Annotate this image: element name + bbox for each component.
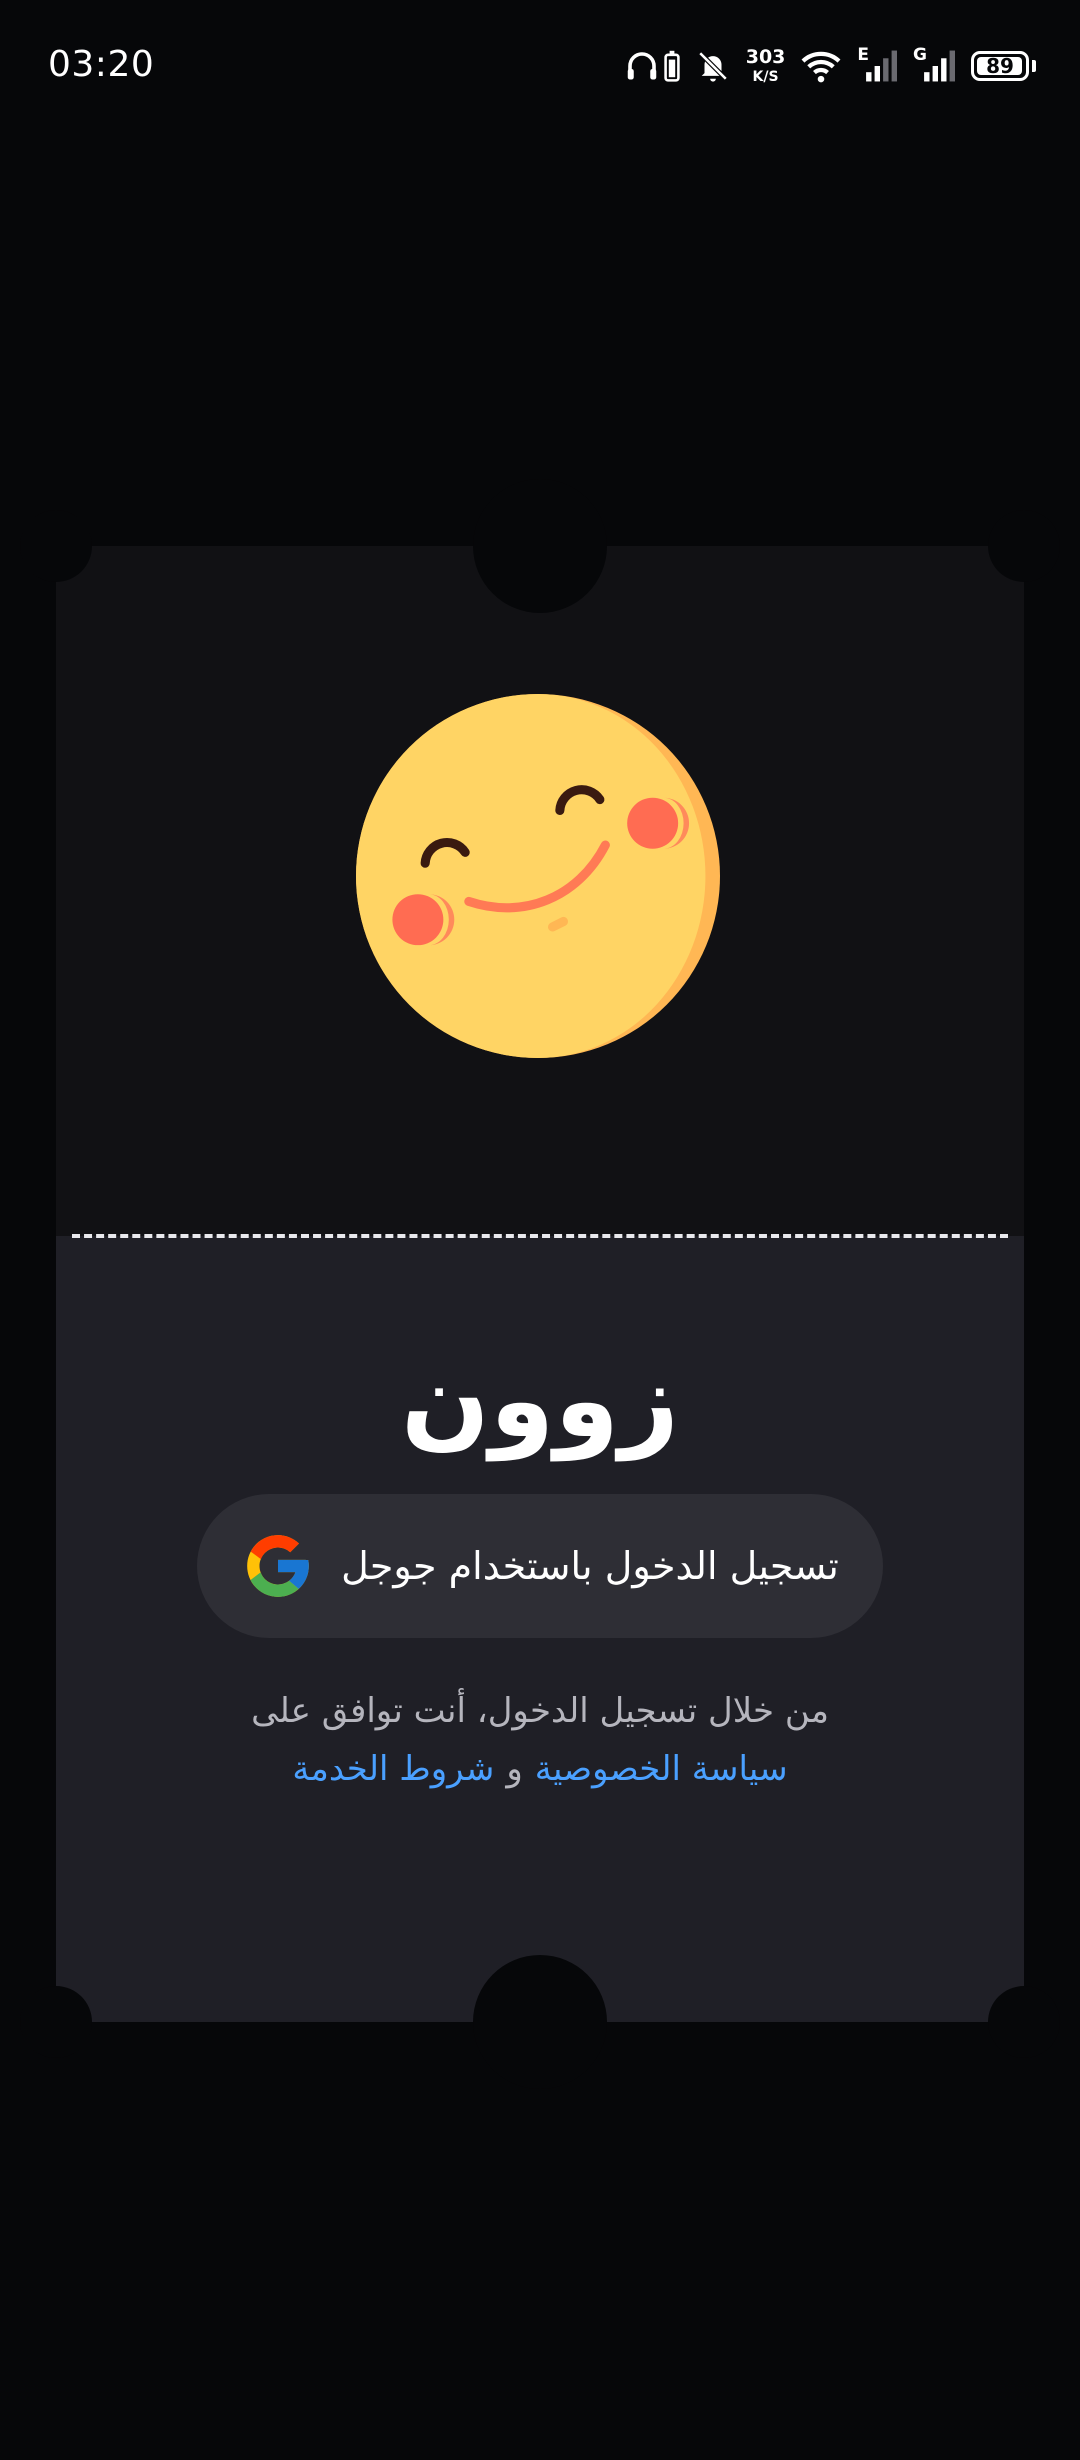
- ticket-notch-bottom: [473, 1955, 607, 2089]
- status-icons: 303 K/S E G 89: [624, 42, 1036, 90]
- ticket-corner-cut: [20, 510, 92, 582]
- google-logo-icon: [241, 1529, 315, 1603]
- mute-bell-icon: [696, 49, 730, 83]
- terms-of-service-link[interactable]: شروط الخدمة: [292, 1749, 494, 1789]
- ticket-perforation-divider: [72, 1234, 1008, 1238]
- terms-links: سياسة الخصوصية و شروط الخدمة: [56, 1740, 1024, 1798]
- ticket-corner-cut: [988, 1986, 1060, 2058]
- ticket-corner-cut: [20, 1986, 92, 2058]
- battery-icon: 89: [971, 51, 1029, 81]
- mobile-signal-2: G: [913, 45, 955, 82]
- privacy-policy-link[interactable]: سياسة الخصوصية: [535, 1749, 788, 1789]
- signal-type-label: G: [913, 45, 927, 65]
- battery-percent: 89: [986, 54, 1014, 78]
- headphones-icon: [624, 48, 660, 84]
- signal-type-label: E: [857, 45, 870, 65]
- ticket-notch-top: [473, 479, 607, 613]
- smiling-face-icon: [356, 694, 720, 1058]
- mobile-signal-1: E: [857, 45, 898, 82]
- terms-notice: من خلال تسجيل الدخول، أنت توافق على سياس…: [56, 1682, 1024, 1798]
- network-speed: 303 K/S: [745, 46, 786, 85]
- terms-prefix-text: من خلال تسجيل الدخول، أنت توافق على: [251, 1691, 829, 1731]
- battery-tip: [1032, 60, 1036, 72]
- app-name-title: زوون: [401, 1339, 679, 1461]
- login-ticket-card: زوون تسجيل الدخول باستخدام جوجل من خلال …: [20, 479, 1060, 2089]
- status-bar: 03:20 303 K/S E G 89: [0, 0, 1080, 140]
- status-time: 03:20: [48, 44, 155, 85]
- terms-conjunction: و: [506, 1749, 523, 1789]
- wifi-icon: [801, 48, 841, 84]
- battery-saver-icon: [664, 50, 680, 82]
- ticket-corner-cut: [988, 510, 1060, 582]
- google-sign-in-label: تسجيل الدخول باستخدام جوجل: [341, 1544, 839, 1588]
- google-sign-in-button[interactable]: تسجيل الدخول باستخدام جوجل: [197, 1494, 883, 1638]
